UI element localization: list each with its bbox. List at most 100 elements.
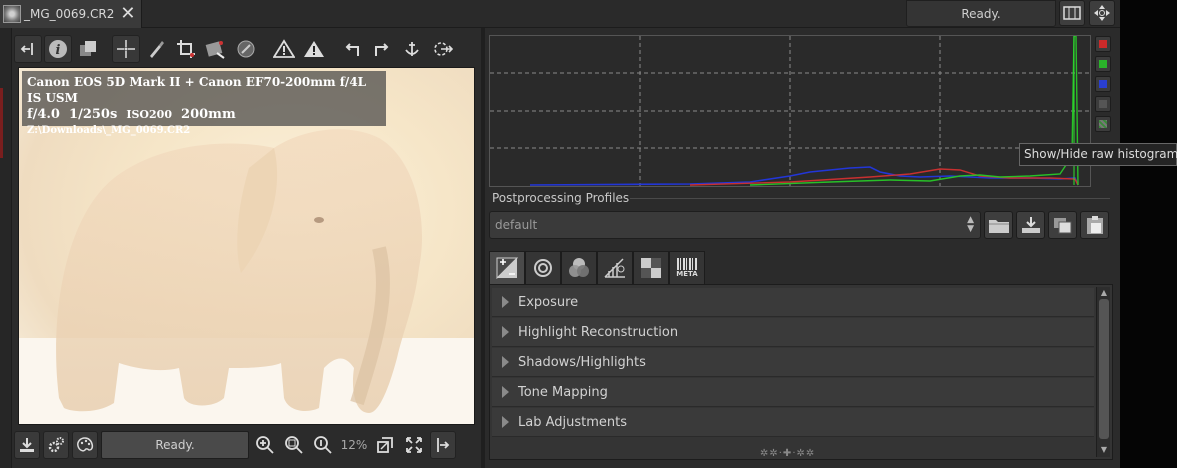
meta-label: META xyxy=(676,270,698,278)
tool-exposure[interactable]: Exposure xyxy=(492,288,1094,317)
warning-shadow-icon xyxy=(273,39,295,58)
transform-icon xyxy=(604,258,625,278)
zoom-100-icon xyxy=(314,436,332,454)
save-profile-button[interactable] xyxy=(1016,211,1045,239)
window-edge xyxy=(1120,0,1177,468)
anchor-button[interactable] xyxy=(398,35,426,63)
raw-histogram-toggle[interactable] xyxy=(1095,116,1111,132)
histogram xyxy=(489,35,1091,187)
hand-tool-button[interactable] xyxy=(112,35,140,63)
histogram-controls xyxy=(1095,36,1113,136)
file-thumbnail-icon xyxy=(3,5,21,23)
zoom-100-button[interactable] xyxy=(310,431,336,459)
snapshot-icon xyxy=(434,42,453,56)
zoom-fit-icon xyxy=(285,436,303,454)
fullscreen-button[interactable] xyxy=(1089,0,1115,26)
gears-icon xyxy=(48,437,64,453)
panel-expand-button[interactable] xyxy=(430,431,456,459)
folder-icon xyxy=(988,220,1009,233)
left-collapsed-panel[interactable] xyxy=(0,28,12,468)
crop-button[interactable] xyxy=(172,35,200,63)
expander-arrow-icon xyxy=(502,326,509,338)
panel-collapse-button[interactable] xyxy=(14,35,42,63)
detail-window-icon xyxy=(377,437,393,453)
shadow-warning-button[interactable] xyxy=(270,35,298,63)
filmstrip-icon xyxy=(1063,6,1081,20)
file-tab[interactable]: _MG_0069.CR2 ✕ xyxy=(0,0,142,28)
tool-shadows-highlights[interactable]: Shadows/Highlights xyxy=(492,348,1094,377)
copy-profile-button[interactable] xyxy=(1048,211,1077,239)
tab-metadata[interactable]: META xyxy=(669,251,705,284)
crop-icon xyxy=(177,40,195,58)
scroll-down-icon[interactable]: ▼ xyxy=(1099,445,1109,454)
load-profile-button[interactable] xyxy=(984,211,1013,239)
panel-collapse-icon xyxy=(20,43,33,55)
more-tools-indicator: ✲✲·✚·✲✲ xyxy=(760,448,816,459)
tab-detail[interactable] xyxy=(525,251,561,284)
focal-length-value: 200mm xyxy=(181,107,236,122)
queue-button[interactable] xyxy=(43,431,69,459)
panel-splitter[interactable] xyxy=(481,28,485,468)
green-channel-toggle[interactable] xyxy=(1095,56,1111,72)
zoom-in-icon xyxy=(256,436,274,454)
new-detail-window-button[interactable] xyxy=(372,431,398,459)
save-profile-icon xyxy=(1021,217,1040,233)
undo-button[interactable] xyxy=(338,35,366,63)
tool-tone-mapping[interactable]: Tone Mapping xyxy=(492,378,1094,407)
histogram-plot xyxy=(490,35,1090,186)
save-button[interactable] xyxy=(14,431,40,459)
luminance-toggle[interactable] xyxy=(1095,96,1111,112)
tab-color[interactable] xyxy=(561,251,597,284)
highlight-warning-button[interactable] xyxy=(300,35,328,63)
scroll-up-icon[interactable]: ▲ xyxy=(1099,288,1109,297)
red-channel-toggle[interactable] xyxy=(1095,36,1111,52)
filmstrip-button[interactable] xyxy=(1059,0,1085,26)
blue-channel-toggle[interactable] xyxy=(1095,76,1111,92)
color-icon xyxy=(569,258,589,277)
camera-info: Canon EOS 5D Mark II + Canon EF70-200mm … xyxy=(27,75,367,105)
image-preview[interactable]: Canon EOS 5D Mark II + Canon EF70-200mm … xyxy=(18,67,475,425)
spot-removal-icon xyxy=(237,40,255,58)
before-after-button[interactable] xyxy=(74,35,102,63)
red-square-icon xyxy=(1099,40,1107,48)
tool-scrollbar[interactable]: ▲ ▼ xyxy=(1096,287,1110,457)
external-editor-button[interactable] xyxy=(72,431,98,459)
preview-bottom-bar: Ready. 12% xyxy=(14,429,480,461)
blue-square-icon xyxy=(1099,80,1107,88)
tab-raw[interactable] xyxy=(633,251,669,284)
paste-profile-button[interactable] xyxy=(1080,211,1109,239)
straighten-icon xyxy=(205,41,225,59)
profile-select[interactable]: default ▲ ▼ xyxy=(489,211,981,239)
file-tab-title: _MG_0069.CR2 xyxy=(24,7,115,21)
zoom-in-button[interactable] xyxy=(252,431,278,459)
zoom-fit-button[interactable] xyxy=(281,431,307,459)
tab-exposure[interactable] xyxy=(489,251,525,284)
crosshair-icon xyxy=(117,40,135,58)
redo-icon xyxy=(375,43,389,56)
color-picker-button[interactable] xyxy=(142,35,170,63)
palette-icon xyxy=(77,437,94,452)
close-icon[interactable]: ✕ xyxy=(120,5,135,23)
warning-highlight-icon xyxy=(304,41,324,57)
paste-icon xyxy=(1086,216,1103,234)
fullscreen-preview-button[interactable] xyxy=(401,431,427,459)
scroll-thumb[interactable] xyxy=(1099,299,1109,439)
info-button[interactable]: i xyxy=(44,35,72,63)
raw-icon xyxy=(641,258,661,278)
detail-icon xyxy=(534,259,552,277)
tab-transform[interactable] xyxy=(597,251,633,284)
spot-removal-button[interactable] xyxy=(232,35,260,63)
svg-text:i: i xyxy=(56,43,61,58)
zoom-level: 12% xyxy=(340,438,368,452)
tooltip: Show/Hide raw histogram xyxy=(1019,143,1177,166)
green-square-icon xyxy=(1099,60,1107,68)
expander-arrow-icon xyxy=(502,296,509,308)
snapshot-button[interactable] xyxy=(428,35,456,63)
redo-button[interactable] xyxy=(368,35,396,63)
straighten-button[interactable] xyxy=(202,35,230,63)
save-icon xyxy=(20,438,34,452)
tool-lab-adjustments[interactable]: Lab Adjustments xyxy=(492,408,1094,437)
panel-expand-icon xyxy=(437,438,450,452)
tool-highlight-reconstruction[interactable]: Highlight Reconstruction xyxy=(492,318,1094,347)
expand-icon xyxy=(406,437,422,453)
